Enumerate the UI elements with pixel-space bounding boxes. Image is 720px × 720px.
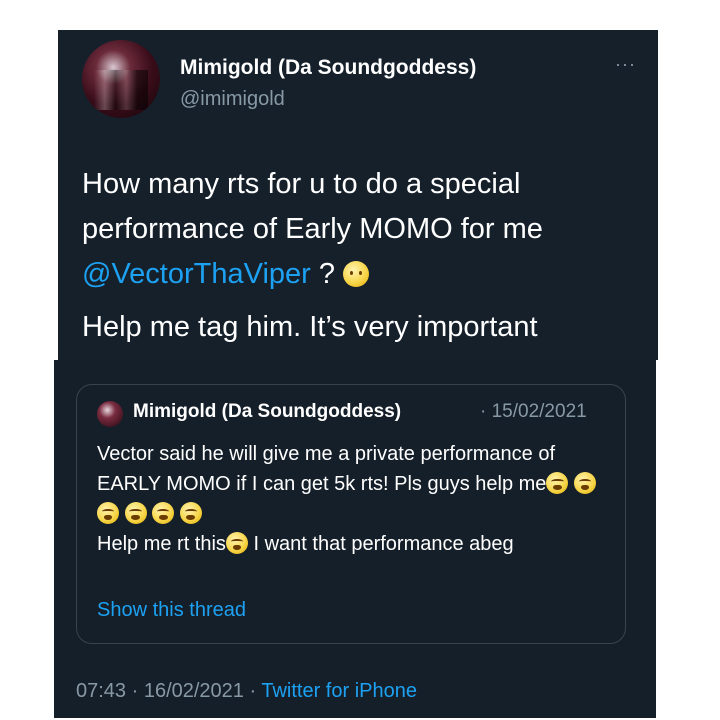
mention-link[interactable]: @VectorThaViper bbox=[82, 258, 311, 290]
weary-face-emoji-icon bbox=[179, 502, 202, 524]
tweet-text-suffix: ? bbox=[310, 258, 344, 290]
quoted-text: Vector said he will give me a private pe… bbox=[97, 439, 617, 559]
avatar[interactable] bbox=[82, 40, 160, 118]
display-name[interactable]: Mimigold (Da Soundgoddess) bbox=[180, 56, 476, 80]
weary-face-emoji-icon bbox=[124, 502, 147, 524]
quoted-text-part1: Vector said he will give me a private pe… bbox=[97, 443, 555, 495]
quoted-avatar[interactable] bbox=[97, 401, 123, 427]
timestamp[interactable]: 07:43 · 16/02/2021 · bbox=[76, 680, 261, 702]
tweet-text: How many rts for u to do a special perfo… bbox=[82, 162, 642, 350]
more-icon[interactable]: ··· bbox=[615, 54, 636, 75]
quoted-date: · 15/02/2021 bbox=[480, 401, 587, 422]
handle[interactable]: @imimigold bbox=[180, 88, 285, 111]
tweet-line-2: Help me tag him. It’s very important bbox=[82, 311, 538, 343]
source-link[interactable]: Twitter for iPhone bbox=[261, 680, 417, 702]
weary-face-emoji-icon bbox=[574, 472, 596, 494]
quoted-display-name[interactable]: Mimigold (Da Soundgoddess) bbox=[133, 401, 401, 423]
weary-face-emoji-icon bbox=[97, 502, 119, 524]
quoted-tweet[interactable]: Mimigold (Da Soundgoddess) · 15/02/2021 … bbox=[76, 384, 626, 644]
show-thread-link[interactable]: Show this thread bbox=[97, 599, 246, 622]
frowning-face-emoji-icon bbox=[343, 261, 370, 287]
weary-face-emoji-icon bbox=[225, 532, 248, 554]
quoted-text-part2: Help me rt this bbox=[97, 533, 226, 555]
tweet-text-part: How many rts for u to do a special perfo… bbox=[82, 168, 543, 245]
weary-face-emoji-icon bbox=[546, 472, 569, 494]
weary-face-emoji-icon bbox=[152, 502, 175, 524]
tweet-metadata: 07:43 · 16/02/2021 · Twitter for iPhone bbox=[76, 680, 417, 703]
main-tweet: Mimigold (Da Soundgoddess) @imimigold ··… bbox=[58, 30, 658, 360]
quoted-text-part3: I want that performance abeg bbox=[247, 533, 514, 555]
tweet-line-1: How many rts for u to do a special perfo… bbox=[82, 162, 642, 297]
tweet-lower: Mimigold (Da Soundgoddess) · 15/02/2021 … bbox=[54, 360, 656, 718]
